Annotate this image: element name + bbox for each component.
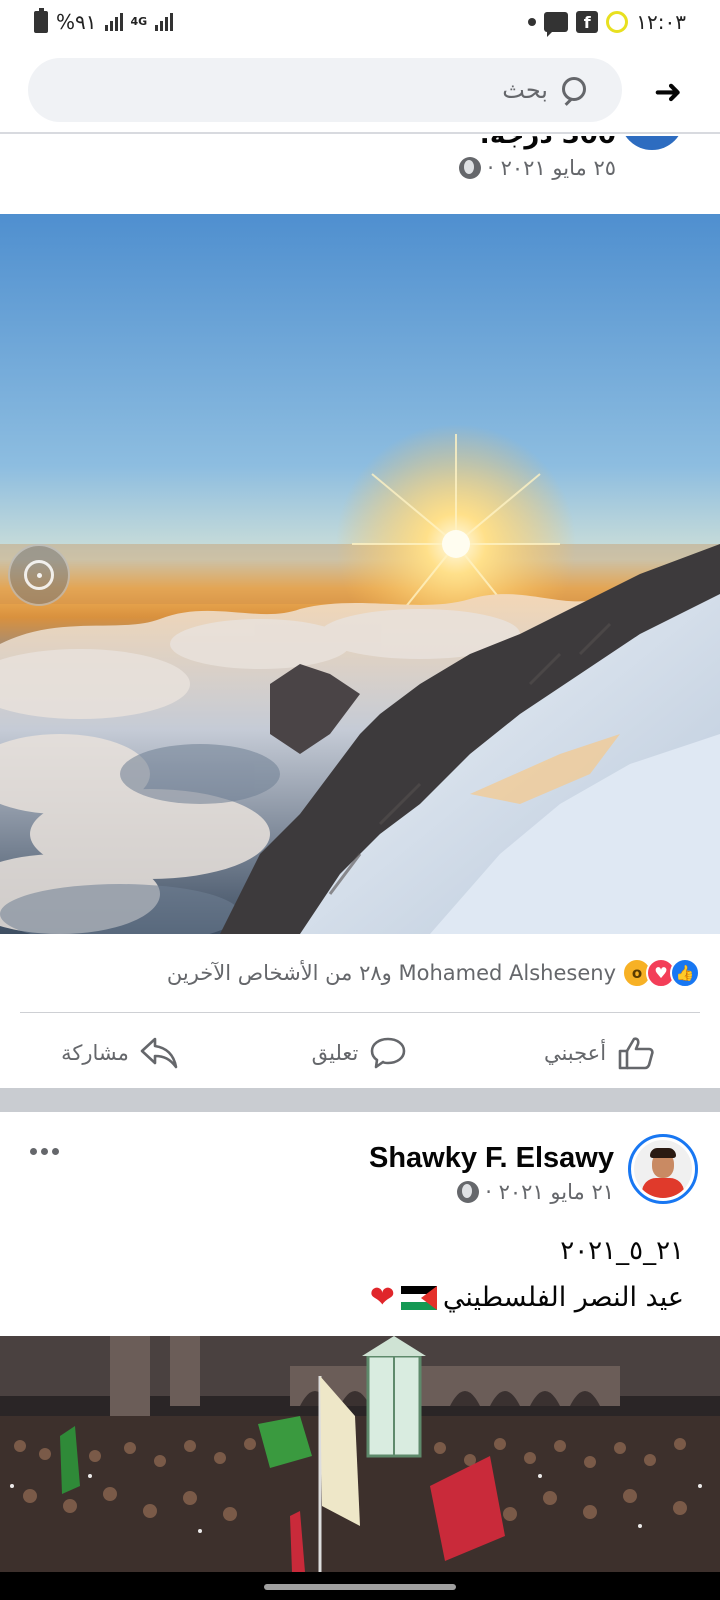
comment-label: تعليق (311, 1041, 359, 1065)
home-gesture-handle[interactable] (264, 1584, 456, 1590)
avatar[interactable] (628, 1134, 698, 1204)
search-placeholder: بحث (502, 76, 548, 104)
like-button[interactable]: أعجبني (480, 1020, 720, 1086)
reaction-icons: o ♥ 👍 (622, 958, 700, 988)
post1-photo[interactable] (0, 214, 720, 934)
search-input[interactable]: بحث (28, 58, 622, 122)
share-button[interactable]: مشاركة (0, 1020, 240, 1086)
post2-text-line2: عيد النصر الفلسطيني ❤ (370, 1280, 684, 1315)
post2: Shawky F. Elsawy ٢١ مايو ٢٠٢١ · ٢١_٥_٢٠٢… (0, 1112, 720, 1336)
post1-header: 300 درجة: ٢٥ مايو ٢٠٢١ · (0, 136, 720, 214)
status-left: %٩١ 4G (34, 8, 174, 34)
divider (20, 1012, 700, 1013)
crowd-celebration-image (0, 1336, 720, 1572)
globe-icon (459, 157, 482, 179)
more-icon[interactable] (30, 1148, 59, 1155)
comment-icon (371, 1037, 406, 1069)
status-right: f ١٢:٠٣ (528, 10, 686, 37)
facebook-icon: f (576, 11, 599, 33)
notification-dot-icon (528, 18, 537, 26)
palestine-flag-icon (400, 1285, 437, 1310)
signal-icon-2 (155, 13, 174, 31)
post2-text: عيد النصر الفلسطيني (442, 1282, 684, 1313)
post2-text-line1: ٢١_٥_٢٠٢١ (560, 1236, 684, 1266)
reactions-summary[interactable]: o ♥ 👍 Mohamed Alsheseny و٢٨ من الأشخاص ا… (20, 948, 700, 998)
post2-photo[interactable] (0, 1336, 720, 1572)
clock: ١٢:٠٣ (636, 10, 686, 34)
like-label: أعجبني (543, 1041, 607, 1065)
network-type: 4G (130, 15, 148, 28)
messenger-icon (544, 12, 569, 37)
post1-author-partial[interactable]: 300 درجة: (479, 136, 616, 150)
back-arrow-icon[interactable]: ➜ (648, 72, 688, 112)
mountain-sunrise-image (0, 214, 720, 934)
search-header: بحث ➜ (0, 48, 720, 134)
comment-button[interactable]: تعليق (240, 1020, 480, 1086)
signal-icon (104, 13, 123, 31)
avatar[interactable] (620, 136, 684, 150)
search-icon (560, 77, 586, 103)
post2-meta: ٢١ مايو ٢٠٢١ · (457, 1180, 614, 1204)
avatar-photo (634, 1140, 692, 1198)
like-reaction-icon: 👍 (670, 958, 700, 988)
globe-icon (457, 1181, 480, 1203)
share-icon (140, 1037, 178, 1069)
battery-percent: %٩١ (56, 10, 97, 34)
reactions-text: Mohamed Alsheseny و٢٨ من الأشخاص الآخرين (166, 961, 616, 985)
status-bar: %٩١ 4G f ١٢:٠٣ (0, 0, 720, 44)
post1-meta: ٢٥ مايو ٢٠٢١ · (459, 156, 616, 180)
post-actions: أعجبني تعليق مشاركة (0, 1020, 720, 1086)
rotate-360-icon[interactable] (8, 544, 70, 606)
share-label: مشاركة (61, 1041, 129, 1065)
post1-date[interactable]: ٢٥ مايو ٢٠٢١ · (487, 156, 616, 180)
heart-icon: ❤ (369, 1280, 395, 1315)
post2-date[interactable]: ٢١ مايو ٢٠٢١ · (485, 1180, 614, 1204)
post2-author[interactable]: Shawky F. Elsawy (369, 1142, 614, 1175)
battery-icon (34, 8, 48, 33)
like-icon (618, 1037, 654, 1070)
feed-separator (0, 1088, 720, 1112)
whatsapp-icon (606, 11, 629, 33)
